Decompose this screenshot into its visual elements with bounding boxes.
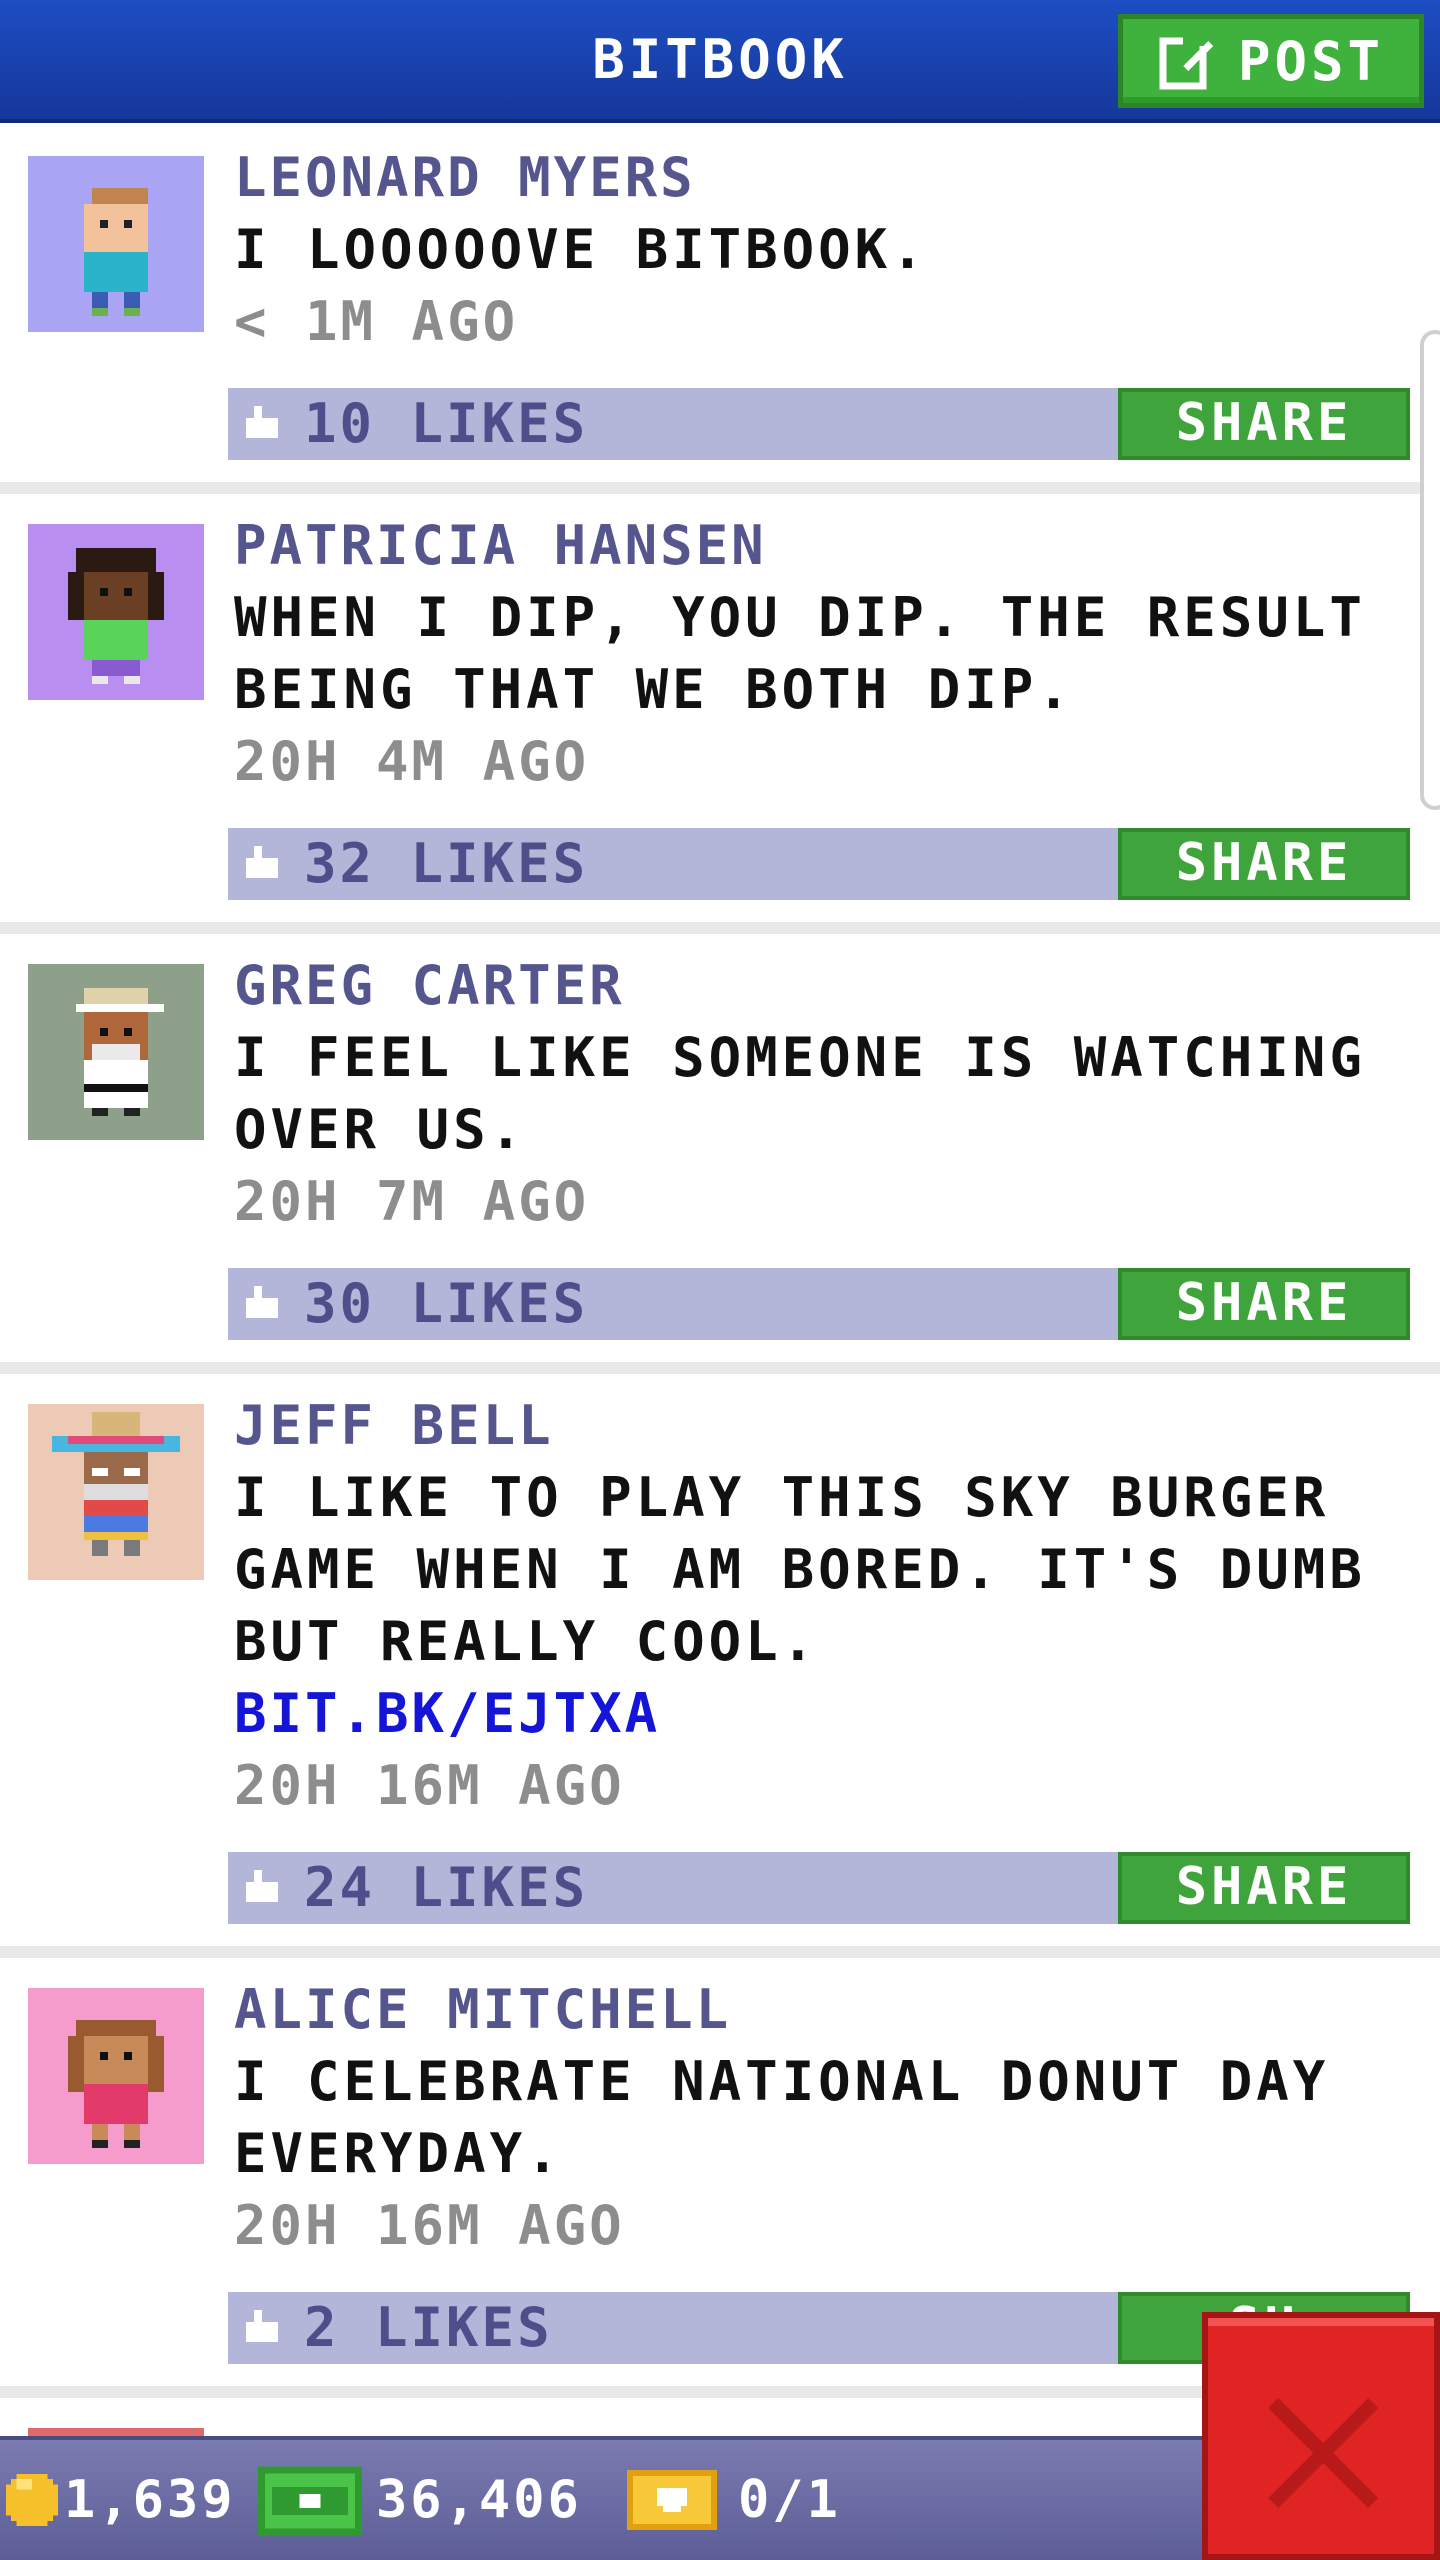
post-button[interactable]: POST: [1118, 14, 1424, 108]
close-button[interactable]: [1202, 2312, 1440, 2560]
divider: [0, 1362, 1440, 1374]
post-author[interactable]: GREG CARTER: [234, 950, 625, 1022]
post-author[interactable]: PATRICIA HANSEN: [234, 510, 767, 582]
like-count: 30 LIKES: [304, 1272, 589, 1335]
post-author[interactable]: JEFF BELL: [234, 1390, 554, 1462]
divider: [0, 482, 1440, 494]
post-button-label: POST: [1237, 29, 1385, 93]
post-time: < 1M AGO: [234, 290, 519, 353]
share-button[interactable]: SHARE: [1118, 1268, 1410, 1340]
post-time: 20H 4M AGO: [234, 730, 590, 793]
avatar[interactable]: [28, 524, 204, 700]
app-header: BITBOOK POST: [0, 0, 1440, 123]
post-time: 20H 7M AGO: [234, 1170, 590, 1233]
bux-count: 36,406: [376, 2470, 582, 2530]
post-card: LEONARD MYERS I LOOOOOVE BITBOOK. < 1M A…: [0, 126, 1440, 494]
thumbs-up-icon[interactable]: [242, 846, 282, 882]
post-body: I FEEL LIKE SOMEONE IS WATCHING OVER US.: [234, 1026, 1366, 1161]
avatar[interactable]: [28, 964, 204, 1140]
post-time: 20H 16M AGO: [234, 2194, 625, 2257]
thumbs-up-icon[interactable]: [242, 1286, 282, 1322]
like-bar: 10 LIKES SHARE: [228, 388, 1410, 460]
post-author[interactable]: LEONARD MYERS: [234, 142, 696, 214]
like-bar: 30 LIKES SHARE: [228, 1268, 1410, 1340]
avatar[interactable]: [28, 156, 204, 332]
share-button[interactable]: SHARE: [1118, 1852, 1410, 1924]
post-time: 20H 16M AGO: [234, 1754, 625, 1817]
divider: [0, 922, 1440, 934]
like-bar: 24 LIKES SHARE: [228, 1852, 1410, 1924]
close-icon: [1268, 2398, 1378, 2508]
coin-count: 1,639: [64, 2470, 236, 2530]
coin-icon: [6, 2474, 58, 2526]
thumbs-up-icon[interactable]: [242, 2310, 282, 2346]
avatar[interactable]: [28, 2428, 204, 2436]
share-button[interactable]: SHARE: [1118, 828, 1410, 900]
avatar[interactable]: [28, 1404, 204, 1580]
post-card: GREG CARTER I FEEL LIKE SOMEONE IS WATCH…: [0, 934, 1440, 1374]
like-count: 24 LIKES: [304, 1856, 589, 1919]
like-count: 32 LIKES: [304, 832, 589, 895]
post-body: I CELEBRATE NATIONAL DONUT DAY EVERYDAY.: [234, 2050, 1330, 2185]
thumbs-up-icon[interactable]: [242, 1870, 282, 1906]
scroll-indicator[interactable]: [1420, 330, 1440, 810]
avatar[interactable]: [28, 1988, 204, 2164]
post-card: PATRICIA HANSEN WHEN I DIP, YOU DIP. THE…: [0, 494, 1440, 934]
like-count: 2 LIKES: [304, 2296, 553, 2359]
share-button[interactable]: SHARE: [1118, 388, 1410, 460]
post-link[interactable]: BIT.BK/EJTXA: [234, 1678, 660, 1750]
edit-icon: [1159, 36, 1213, 90]
post-body: I LIKE TO PLAY THIS SKY BURGER GAME WHEN…: [234, 1466, 1366, 1673]
like-count: 10 LIKES: [304, 392, 589, 455]
post-card: JEFF BELL I LIKE TO PLAY THIS SKY BURGER…: [0, 1374, 1440, 1958]
post-body: I LOOOOOVE BITBOOK.: [234, 218, 928, 281]
feed[interactable]: LEONARD MYERS I LOOOOOVE BITBOOK. < 1M A…: [0, 126, 1440, 2436]
post-body: WHEN I DIP, YOU DIP. THE RESULT BEING TH…: [234, 586, 1366, 721]
post-author[interactable]: ALICE MITCHELL: [234, 1974, 731, 2046]
bux-icon: [258, 2466, 362, 2536]
ticket-count: 0/1: [738, 2470, 841, 2530]
divider: [0, 1946, 1440, 1958]
thumbs-up-icon[interactable]: [242, 406, 282, 442]
ticket-icon: [627, 2470, 717, 2530]
like-bar: 32 LIKES SHARE: [228, 828, 1410, 900]
